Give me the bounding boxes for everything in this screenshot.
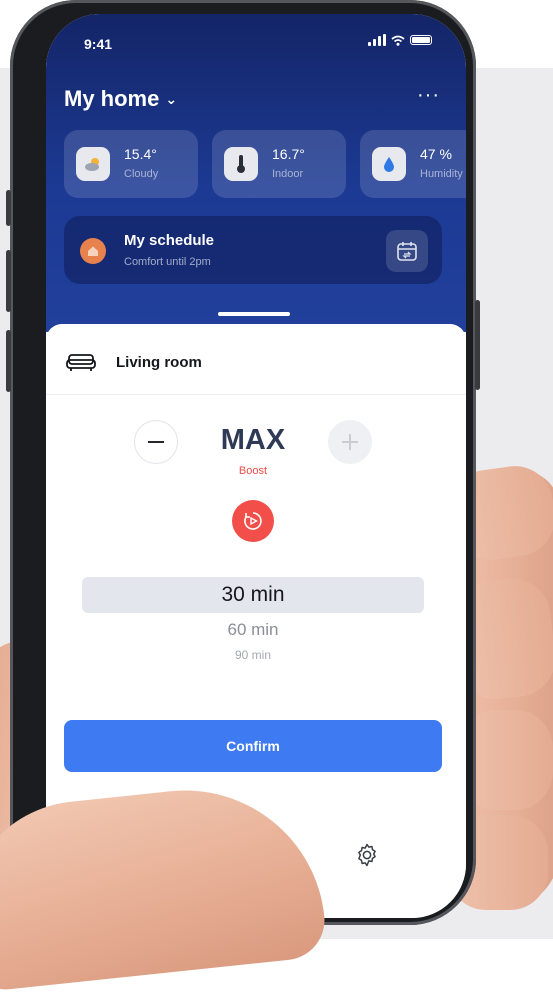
weather-label: Cloudy: [124, 168, 159, 180]
phone-frame: 9:41 My home ⌄ ··· 15.4° Cloudy 16.7° In…: [6, 0, 480, 925]
home-icon: [80, 238, 106, 264]
calendar-button[interactable]: [386, 230, 428, 272]
weather-card-humidity[interactable]: 47 % Humidity: [360, 130, 466, 198]
schedule-subtitle: Comfort until 2pm: [124, 256, 211, 268]
more-icon[interactable]: ···: [417, 84, 440, 107]
calendar-icon: [397, 242, 417, 261]
thermometer-icon: [224, 147, 258, 181]
signal-icon: [368, 34, 386, 46]
home-header: 9:41 My home ⌄ ··· 15.4° Cloudy 16.7° In…: [46, 14, 466, 332]
home-selector[interactable]: My home ⌄: [64, 86, 177, 112]
battery-icon: [410, 35, 432, 45]
chevron-down-icon: ⌄: [165, 91, 178, 107]
sheet-drag-handle[interactable]: [218, 312, 290, 316]
duration-option[interactable]: 30 min: [82, 583, 424, 607]
duration-option[interactable]: 90 min: [82, 648, 424, 662]
gear-icon: [358, 843, 376, 867]
duration-option[interactable]: 60 min: [82, 620, 424, 640]
minus-icon: [148, 441, 164, 443]
room-label: Living room: [116, 353, 202, 371]
settings-button[interactable]: [352, 840, 382, 870]
increase-button[interactable]: [328, 420, 372, 464]
decrease-button[interactable]: [134, 420, 178, 464]
weather-card-outdoor[interactable]: 15.4° Cloudy: [64, 130, 198, 198]
side-button: [475, 300, 480, 390]
home-title: My home: [64, 86, 160, 111]
weather-row: 15.4° Cloudy 16.7° Indoor 47 % Humidity: [64, 130, 466, 198]
schedule-card[interactable]: My schedule Comfort until 2pm: [64, 216, 442, 284]
room-header: Living room: [66, 352, 202, 372]
weather-label: Indoor: [272, 168, 304, 180]
schedule-title: My schedule: [124, 232, 215, 249]
side-button: [6, 250, 11, 312]
mode-sublabel: Boost: [238, 465, 268, 477]
status-icons: [368, 34, 432, 46]
weather-label: Humidity: [420, 168, 463, 180]
status-time: 9:41: [84, 36, 113, 52]
weather-value: 16.7°: [272, 146, 305, 162]
confirm-button[interactable]: Confirm: [64, 720, 442, 772]
cloud-sun-icon: [76, 147, 110, 181]
mode-value: MAX: [220, 424, 286, 456]
weather-value: 47 %: [420, 146, 452, 162]
sofa-icon: [66, 354, 96, 371]
weather-card-indoor[interactable]: 16.7° Indoor: [212, 130, 346, 198]
side-button: [6, 330, 11, 392]
plus-icon: [342, 434, 358, 450]
wifi-icon: [391, 35, 405, 46]
boost-play-icon: [244, 512, 262, 530]
boost-button[interactable]: [232, 500, 274, 542]
droplet-icon: [372, 147, 406, 181]
weather-value: 15.4°: [124, 146, 157, 162]
phone-screen: 9:41 My home ⌄ ··· 15.4° Cloudy 16.7° In…: [46, 14, 466, 918]
divider: [46, 394, 466, 395]
side-button: [6, 190, 11, 226]
